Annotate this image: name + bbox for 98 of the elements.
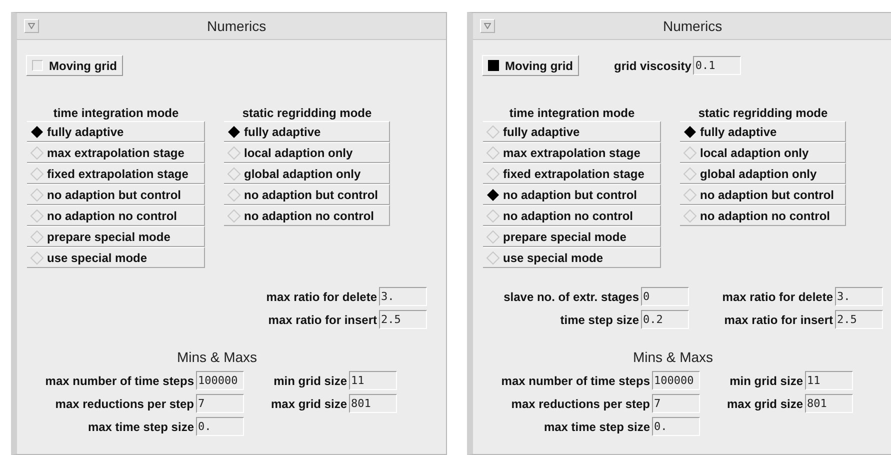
radio-option[interactable]: no adaption no control	[27, 205, 205, 226]
radio-option[interactable]: fully adaptive	[483, 121, 661, 142]
field-label: max ratio for insert	[268, 312, 377, 328]
input-field[interactable]: 0.1	[693, 56, 742, 75]
diamond-icon	[683, 166, 697, 180]
field-label: max ratio for delete	[266, 288, 377, 306]
diamond-icon	[486, 124, 500, 138]
diamond-icon	[227, 146, 241, 160]
diamond-icon	[30, 230, 44, 244]
field-label: max time step size	[544, 418, 650, 436]
field-label: grid viscosity	[614, 58, 692, 74]
input-field[interactable]: 0.	[196, 417, 244, 436]
input-field[interactable]: 801	[805, 394, 853, 413]
diamond-icon	[486, 208, 500, 222]
radio-option[interactable]: no adaption but control	[27, 184, 205, 205]
field-label: max ratio for insert	[724, 312, 833, 328]
radio-option[interactable]: no adaption no control	[680, 205, 846, 226]
group-heading: static regridding mode	[697, 105, 829, 121]
triangle-down-icon	[28, 23, 35, 29]
radio-option[interactable]: no adaption but control	[483, 184, 661, 205]
radio-option[interactable]: use special mode	[483, 247, 661, 268]
input-field[interactable]: 100000	[652, 371, 700, 390]
filled-diamond-icon	[227, 124, 241, 138]
radio-option[interactable]: no adaption no control	[224, 205, 390, 226]
input-field[interactable]: 2.5	[835, 310, 883, 329]
radio-option[interactable]: no adaption but control	[680, 184, 846, 205]
diamond-icon	[683, 208, 697, 222]
input-field[interactable]: 100000	[196, 371, 244, 390]
diamond-icon	[486, 230, 500, 244]
field-label: max reductions per step	[55, 396, 194, 412]
field-label: max grid size	[270, 396, 347, 412]
field-label: max reductions per step	[511, 396, 650, 412]
field-label: time step size	[560, 312, 639, 328]
radio-option[interactable]: prepare special mode	[483, 226, 661, 247]
field-label: max grid size	[726, 396, 803, 412]
input-field[interactable]: 0	[641, 287, 689, 306]
input-field[interactable]: 801	[349, 394, 397, 413]
diamond-icon	[30, 166, 44, 180]
triangle-down-icon	[484, 23, 491, 29]
diamond-icon	[227, 166, 241, 180]
window-title: Numerics	[663, 16, 722, 36]
radio-option[interactable]: no adaption but control	[224, 184, 390, 205]
input-field[interactable]: 0.	[652, 417, 700, 436]
diamond-icon	[227, 188, 241, 202]
radio-option[interactable]: fixed extrapolation stage	[483, 163, 661, 184]
field-label: max ratio for delete	[722, 288, 833, 306]
radio-option[interactable]: max extrapolation stage	[27, 142, 205, 163]
diamond-icon	[683, 188, 697, 202]
window-menu-button[interactable]	[480, 19, 495, 33]
diamond-icon	[486, 250, 500, 264]
filled-diamond-icon	[683, 124, 697, 138]
diamond-icon	[486, 166, 500, 180]
input-field[interactable]: 11	[349, 371, 397, 390]
radio-option[interactable]: global adaption only	[680, 163, 846, 184]
section-heading: Mins & Maxs	[176, 348, 258, 367]
radio-option[interactable]: local adaption only	[680, 142, 846, 163]
field-label: max time step size	[88, 418, 194, 436]
checked-box-icon	[488, 60, 499, 71]
input-field[interactable]: 11	[805, 371, 853, 390]
diamond-icon	[227, 208, 241, 222]
input-field[interactable]: 3.	[379, 287, 427, 306]
input-field[interactable]: 3.	[835, 287, 883, 306]
group-heading: time integration mode	[52, 105, 180, 121]
input-field[interactable]: 0.2	[641, 310, 689, 329]
field-label: min grid size	[730, 372, 803, 390]
radio-option[interactable]: fully adaptive	[27, 121, 205, 142]
group-heading: static regridding mode	[241, 105, 373, 121]
diamond-icon	[30, 146, 44, 160]
window-menu-button[interactable]	[24, 19, 39, 33]
moving-grid-toggle[interactable]: Moving grid	[26, 55, 123, 76]
group-heading: time integration mode	[508, 105, 636, 121]
input-field[interactable]: 7	[652, 394, 700, 413]
diamond-icon	[30, 188, 44, 202]
filled-diamond-icon	[486, 188, 500, 202]
filled-diamond-icon	[30, 124, 44, 138]
radio-option[interactable]: no adaption no control	[483, 205, 661, 226]
diamond-icon	[30, 208, 44, 222]
radio-option[interactable]: global adaption only	[224, 163, 390, 184]
field-label: max number of time steps	[45, 372, 194, 390]
radio-option[interactable]: max extrapolation stage	[483, 142, 661, 163]
input-field[interactable]: 2.5	[379, 310, 427, 329]
radio-option[interactable]: use special mode	[27, 247, 205, 268]
section-heading: Mins & Maxs	[632, 348, 714, 367]
field-label: max number of time steps	[501, 372, 650, 390]
field-label: slave no. of extr. stages	[504, 288, 639, 306]
radio-option[interactable]: fully adaptive	[680, 121, 846, 142]
radio-option[interactable]: local adaption only	[224, 142, 390, 163]
moving-grid-toggle[interactable]: Moving grid	[482, 55, 579, 76]
radio-option[interactable]: fully adaptive	[224, 121, 390, 142]
diamond-icon	[486, 146, 500, 160]
checkbox-icon	[32, 60, 43, 71]
radio-option[interactable]: prepare special mode	[27, 226, 205, 247]
window-title: Numerics	[207, 16, 266, 36]
input-field[interactable]: 7	[196, 394, 244, 413]
radio-option[interactable]: fixed extrapolation stage	[27, 163, 205, 184]
diamond-icon	[683, 146, 697, 160]
field-label: min grid size	[274, 372, 347, 390]
diamond-icon	[30, 250, 44, 264]
